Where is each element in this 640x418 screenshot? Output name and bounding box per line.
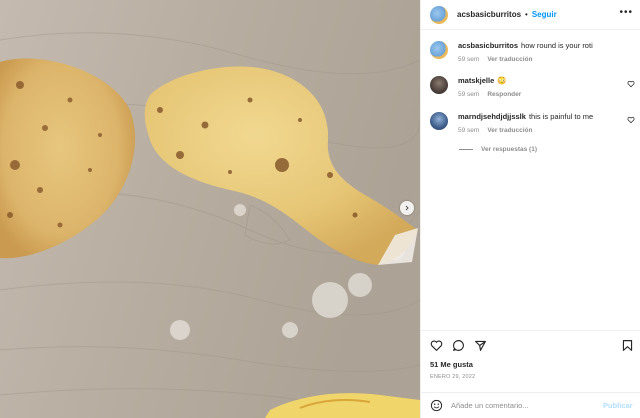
post-side-panel: acsbasicburritos • Seguir ••• acsbasicbu… (420, 0, 640, 418)
comment-icon[interactable] (452, 339, 465, 352)
caption-avatar[interactable] (430, 41, 448, 59)
replies-divider (459, 149, 473, 150)
caption-username[interactable]: acsbasicburritos (458, 41, 518, 50)
post-date[interactable]: ENERO 29, 2022 (430, 374, 475, 380)
comment-time[interactable]: 59 sem (458, 127, 479, 134)
caption-text-line: acsbasicburritos how round is your roti (458, 41, 623, 51)
comment-meta: 59 sem Responder (458, 91, 623, 98)
caption-text: how round is your roti (521, 41, 593, 50)
comment-text-line: marndjsehdjdjjsslk this is painful to me (458, 112, 623, 122)
comment-input[interactable] (451, 401, 591, 410)
follow-button[interactable]: Seguir (532, 10, 557, 19)
commenter-avatar[interactable] (430, 112, 448, 130)
comment-username[interactable]: marndjsehdjdjjsslk (458, 112, 526, 121)
comment-meta: 59 sem Ver traducción (458, 127, 623, 134)
caption-meta: 59 sem Ver traducción (458, 56, 623, 63)
comment-composer: Publicar (421, 392, 640, 418)
comment-username[interactable]: matskjelle (458, 76, 494, 85)
share-icon[interactable] (474, 339, 487, 352)
separator-dot: • (525, 10, 528, 19)
comments-list: acsbasicburritos how round is your roti 5… (421, 30, 640, 330)
comment-heart-icon[interactable] (627, 116, 635, 124)
comment-heart-icon[interactable] (627, 80, 635, 88)
action-bar (421, 330, 640, 358)
publish-button[interactable]: Publicar (603, 401, 633, 410)
view-replies-button[interactable]: Ver respuestas (1) (459, 146, 537, 153)
author-avatar[interactable] (430, 5, 448, 24)
post-header: acsbasicburritos • Seguir ••• (421, 0, 640, 30)
emoji-icon[interactable] (430, 399, 443, 412)
view-replies-label: Ver respuestas (1) (481, 146, 538, 153)
reply-button[interactable]: Responder (487, 91, 521, 98)
comment-text: this is painful to me (528, 112, 594, 121)
comment-time[interactable]: 59 sem (458, 91, 479, 98)
carousel-next-button[interactable] (400, 201, 414, 215)
comment-text-line: matskjelle 😳 (458, 76, 623, 86)
author-username[interactable]: acsbasicburritos (457, 10, 521, 19)
chevron-right-icon (405, 205, 409, 211)
post-photo (0, 0, 420, 418)
comment-translate-link[interactable]: Ver traducción (487, 127, 532, 134)
post-media[interactable] (0, 0, 420, 418)
more-options-icon[interactable]: ••• (619, 8, 633, 18)
heart-icon[interactable] (430, 339, 443, 352)
bookmark-icon[interactable] (621, 339, 634, 352)
comment-text: 😳 (497, 76, 507, 85)
commenter-avatar[interactable] (430, 76, 448, 94)
caption-translate-link[interactable]: Ver traducción (487, 56, 532, 63)
caption-time[interactable]: 59 sem (458, 56, 479, 63)
likes-count[interactable]: 51 Me gusta (430, 360, 473, 369)
